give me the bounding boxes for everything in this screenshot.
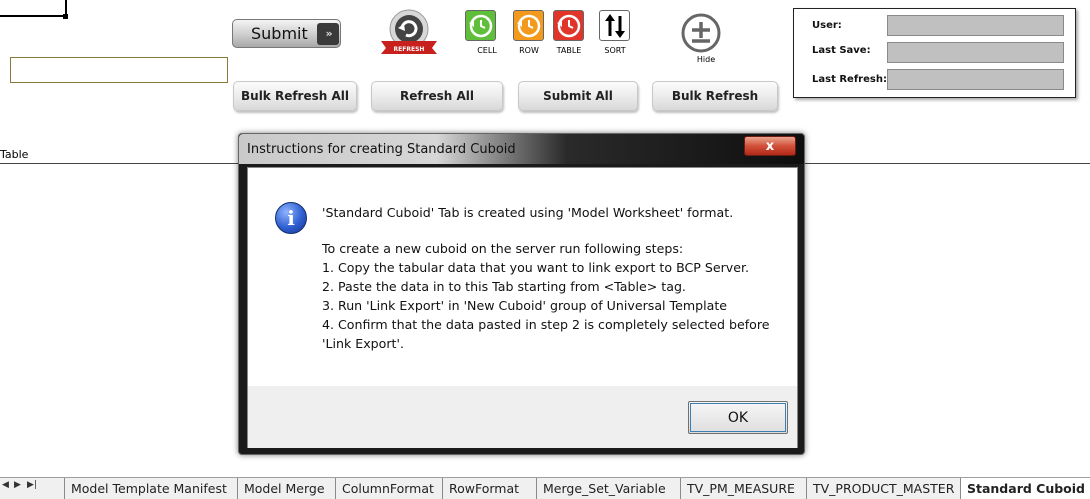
tab-nav-prev[interactable]: ◀	[2, 480, 9, 490]
bulk-refresh-all-button[interactable]: Bulk Refresh All	[233, 81, 357, 111]
cell-refresh-button[interactable]	[465, 10, 496, 41]
info-icon: i	[275, 202, 307, 234]
clock-refresh-icon	[556, 14, 580, 37]
sort-arrows-icon	[604, 13, 625, 38]
hide-label: Hide	[696, 55, 716, 64]
dialog-line-5: 3. Run 'Link Export' in 'New Cuboid' gro…	[322, 298, 728, 313]
tab-nav-last[interactable]: ▶|	[27, 480, 37, 490]
double-arrow-icon: »	[317, 22, 339, 45]
dialog-title: Instructions for creating Standard Cuboi…	[247, 142, 516, 157]
clock-refresh-icon	[516, 14, 540, 37]
dialog-line-2: To create a new cuboid on the server run…	[322, 241, 684, 256]
row-refresh-button[interactable]	[513, 10, 544, 41]
hide-button[interactable]	[680, 12, 722, 54]
table-refresh-button[interactable]	[553, 10, 584, 41]
last-save-value	[887, 42, 1064, 63]
tab-tv-pm-measure[interactable]: TV_PM_MEASURE	[680, 478, 802, 499]
selected-cell[interactable]	[0, 0, 67, 17]
dialog-line-4: 2. Paste the data in to this Tab startin…	[322, 279, 686, 294]
tab-rowformat[interactable]: RowFormat	[442, 478, 532, 499]
user-value	[887, 15, 1064, 36]
row-label: ROW	[519, 46, 539, 55]
dialog-line-6: 4. Confirm that the data pasted in step …	[322, 317, 770, 332]
dialog-line-7: 'Link Export'.	[322, 336, 404, 351]
name-input-box[interactable]	[10, 57, 228, 83]
last-refresh-label: Last Refresh:	[812, 74, 887, 85]
plus-circle-icon	[681, 13, 721, 53]
fill-handle[interactable]	[63, 14, 68, 19]
tab-nav-next[interactable]: ▶	[14, 480, 21, 490]
sort-button[interactable]	[599, 10, 630, 41]
tab-tv-product-master[interactable]: TV_PRODUCT_MASTER	[806, 478, 956, 499]
bulk-refresh-button[interactable]: Bulk Refresh	[652, 81, 778, 111]
ok-button[interactable]: OK	[688, 401, 788, 434]
tab-model-template-manifest[interactable]: Model Template Manifest	[64, 478, 236, 499]
refresh-all-button[interactable]: Refresh All	[371, 81, 503, 111]
tab-columnformat[interactable]: ColumnFormat	[335, 478, 437, 499]
instructions-dialog: Instructions for creating Standard Cuboi…	[238, 133, 805, 455]
cell-label: CELL	[477, 46, 497, 55]
user-label: User:	[812, 20, 842, 31]
dialog-line-3: 1. Copy the tabular data that you want t…	[322, 260, 750, 275]
tab-model-merge[interactable]: Model Merge	[237, 478, 329, 499]
dialog-body: i 'Standard Cuboid' Tab is created using…	[247, 167, 798, 448]
last-refresh-value	[887, 69, 1064, 90]
dialog-line-1: 'Standard Cuboid' Tab is created using '…	[322, 205, 734, 220]
submit-all-button[interactable]: Submit All	[518, 81, 638, 111]
refresh-icon[interactable]: REFRESH	[378, 8, 440, 55]
table-label: TABLE	[556, 46, 582, 55]
submit-button[interactable]: Submit »	[232, 19, 341, 48]
clock-refresh-icon	[468, 14, 492, 37]
tab-standard-cuboid[interactable]: Standard Cuboid	[960, 478, 1090, 499]
refresh-icon-text: REFRESH	[394, 46, 425, 53]
dialog-close-button[interactable]: x	[744, 136, 796, 156]
status-panel: User: Last Save: Last Refresh:	[793, 8, 1076, 98]
tab-merge-set-variable[interactable]: Merge_Set_Variable	[536, 478, 676, 499]
table-tag-cell[interactable]: Table	[0, 148, 28, 161]
last-save-label: Last Save:	[812, 45, 871, 56]
sort-label: SORT	[604, 46, 626, 55]
close-icon: x	[765, 138, 775, 154]
submit-button-label: Submit	[251, 24, 308, 43]
